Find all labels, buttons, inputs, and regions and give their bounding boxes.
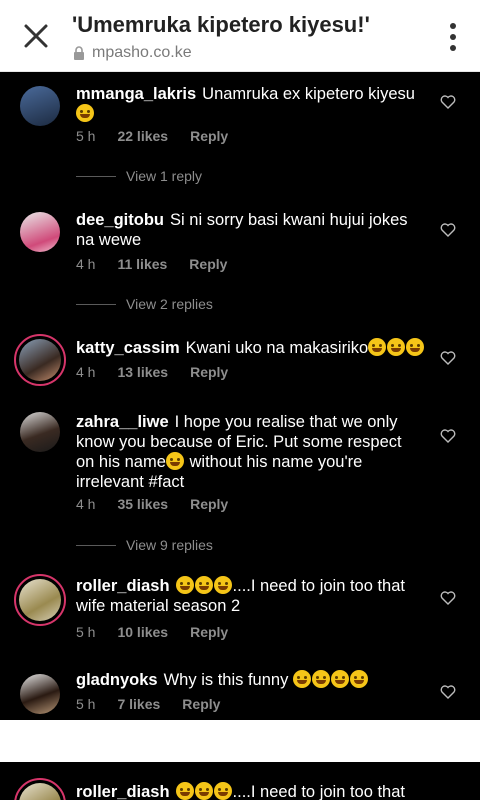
heart-icon[interactable] [440,350,456,366]
comment-text: Why is this funny [163,671,289,689]
avatar[interactable] [20,212,60,252]
emoji-icon [175,782,194,800]
comment-time: 5 h [76,696,96,712]
section-divider [0,720,480,762]
comment-meta: 5 h 7 likes Reply [76,696,220,712]
browser-header: 'Umemruka kipetero kiyesu!' mpasho.co.ke [0,0,480,72]
emoji-icon [165,452,184,470]
comment-text: Unamruka ex kipetero kiyesu [202,85,415,103]
comment-body: gladnyoks Why is this funny [76,670,426,690]
comments-feed-continued: roller_diash ....I need to join too that [0,762,480,800]
comment-time: 5 h [76,624,96,640]
emoji-icon [311,670,330,688]
page-title: 'Umemruka kipetero kiyesu!' [72,12,370,37]
comment-username[interactable]: mmanga_lakris [76,85,196,103]
emoji-icon [194,576,213,594]
avatar[interactable] [14,334,66,386]
avatar[interactable] [20,86,60,126]
view-replies-label: View 9 replies [126,537,213,553]
comment-body: katty_cassim Kwani uko na makasiriko [76,338,426,358]
emoji-icon [175,576,194,594]
comment-likes[interactable]: 13 likes [117,364,168,380]
heart-icon[interactable] [440,428,456,444]
comment-body: mmanga_lakris Unamruka ex kipetero kiyesu [76,84,426,124]
reply-button[interactable]: Reply [190,624,228,640]
comment-time: 5 h [76,128,96,144]
comment-time: 4 h [76,496,96,512]
emoji-icon [292,670,311,688]
emoji-icon [213,782,232,800]
avatar[interactable] [20,674,60,714]
comment-username[interactable]: gladnyoks [76,671,158,689]
emoji-icon [213,576,232,594]
comment-username[interactable]: zahra__liwe [76,413,169,431]
view-replies-label: View 2 replies [126,296,213,312]
comment-likes[interactable]: 11 likes [117,256,167,272]
comment-time: 4 h [76,256,96,272]
emoji-icon [349,670,368,688]
comment-body: roller_diash ....I need to join too that … [76,576,426,616]
comment-meta: 4 h 11 likes Reply [76,256,227,272]
close-icon[interactable] [20,20,52,52]
reply-button[interactable]: Reply [190,128,228,144]
comment-likes[interactable]: 7 likes [117,696,160,712]
heart-icon[interactable] [440,94,456,110]
view-replies-button[interactable]: View 2 replies [76,296,213,312]
laughing-emoji-icon [76,104,94,122]
comment-username[interactable]: dee_gitobu [76,211,164,229]
url-text: mpasho.co.ke [92,44,192,61]
avatar[interactable] [14,778,66,800]
kebab-menu-icon[interactable] [448,22,458,52]
comment-meta: 5 h 10 likes Reply [76,624,228,640]
url-bar: mpasho.co.ke [72,44,192,62]
view-replies-button[interactable]: View 1 reply [76,168,202,184]
comment-body: zahra__liwe I hope you realise that we on… [76,412,416,492]
comment-time: 4 h [76,364,96,380]
comment-meta: 4 h 13 likes Reply [76,364,228,380]
comment-username[interactable]: katty_cassim [76,339,180,357]
emoji-icon [387,338,406,356]
view-replies-button[interactable]: View 9 replies [76,537,213,553]
emoji-icon [406,338,425,356]
emoji-icon [194,782,213,800]
reply-button[interactable]: Reply [182,696,220,712]
emoji-icon [330,670,349,688]
comments-feed: mmanga_lakris Unamruka ex kipetero kiyesu… [0,72,480,720]
comment-text: ....I need to join too that [232,783,405,800]
lock-icon [74,46,84,60]
comment-text: Kwani uko na makasiriko [185,339,369,357]
comment-likes[interactable]: 35 likes [117,496,168,512]
heart-icon[interactable] [440,684,456,700]
reply-button[interactable]: Reply [189,256,227,272]
comment-body: dee_gitobu Si ni sorry basi kwani hujui j… [76,210,426,250]
avatar[interactable] [14,574,66,626]
comment-username[interactable]: roller_diash [76,577,170,595]
view-replies-label: View 1 reply [126,168,203,184]
avatar[interactable] [20,412,60,452]
reply-button[interactable]: Reply [190,496,228,512]
comment-username[interactable]: roller_diash [76,783,170,800]
comment-likes[interactable]: 22 likes [117,128,168,144]
comment-likes[interactable]: 10 likes [117,624,168,640]
comment-meta: 5 h 22 likes Reply [76,128,228,144]
comment-body: roller_diash ....I need to join too that [76,782,426,800]
emoji-icon [368,338,387,356]
comment-meta: 4 h 35 likes Reply [76,496,228,512]
heart-icon[interactable] [440,590,456,606]
heart-icon[interactable] [440,222,456,238]
reply-button[interactable]: Reply [190,364,228,380]
